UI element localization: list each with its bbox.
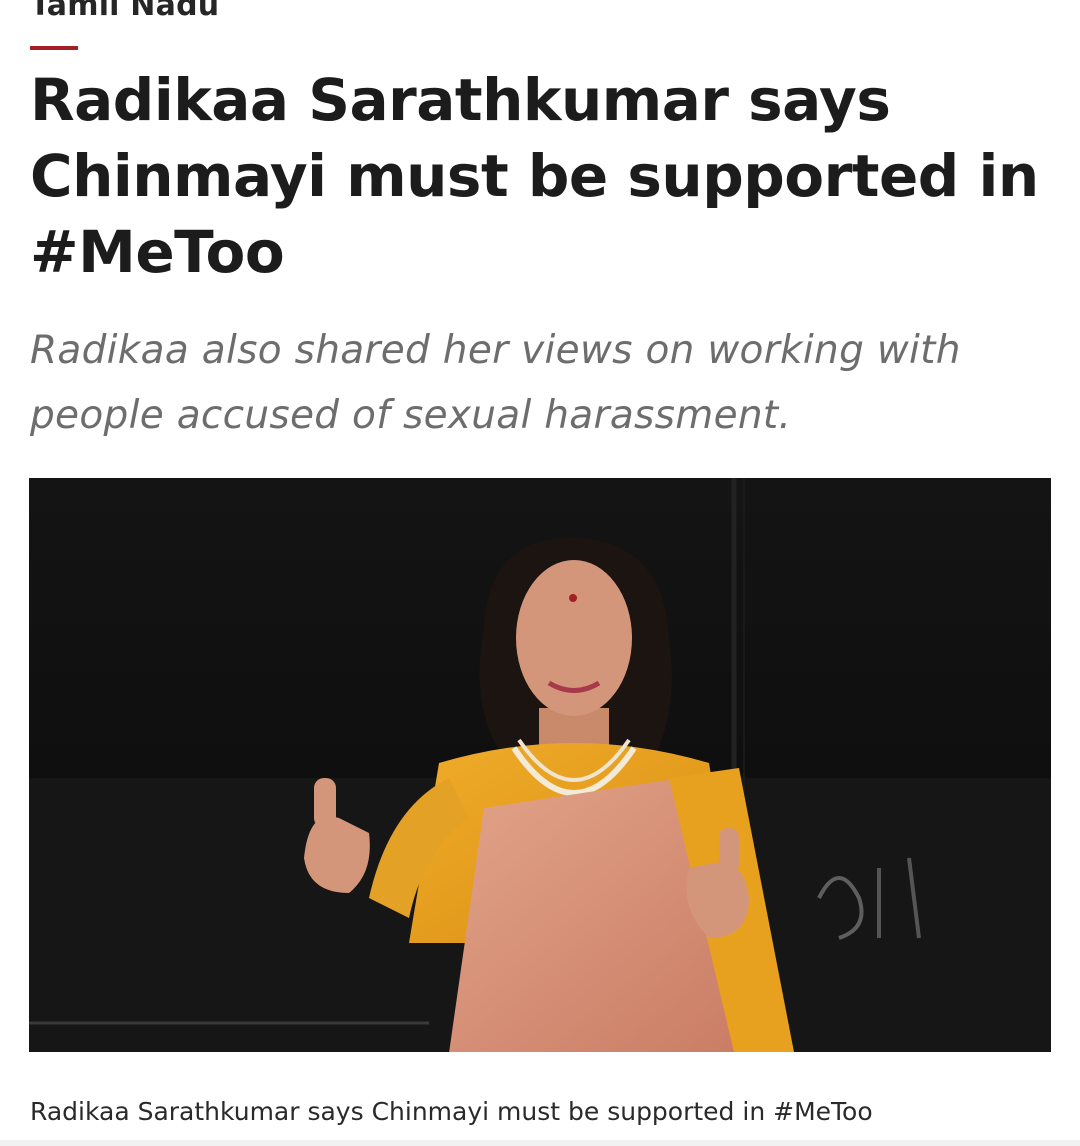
article-subheadline: Radikaa also shared her views on working… (30, 328, 961, 438)
hero-photo-illustration (29, 478, 1051, 1052)
divider (0, 1140, 1080, 1146)
article-page: Tamil Nadu Radikaa Sarathkumar says Chin… (0, 0, 1080, 1146)
category-link[interactable]: Tamil Nadu (30, 0, 219, 24)
article-headline: Radikaa Sarathkumar says Chinmayi must b… (30, 66, 1039, 286)
article-hero-image[interactable] (29, 478, 1051, 1052)
image-caption: Radikaa Sarathkumar says Chinmayi must b… (30, 1097, 873, 1126)
category-accent-rule (30, 46, 78, 50)
